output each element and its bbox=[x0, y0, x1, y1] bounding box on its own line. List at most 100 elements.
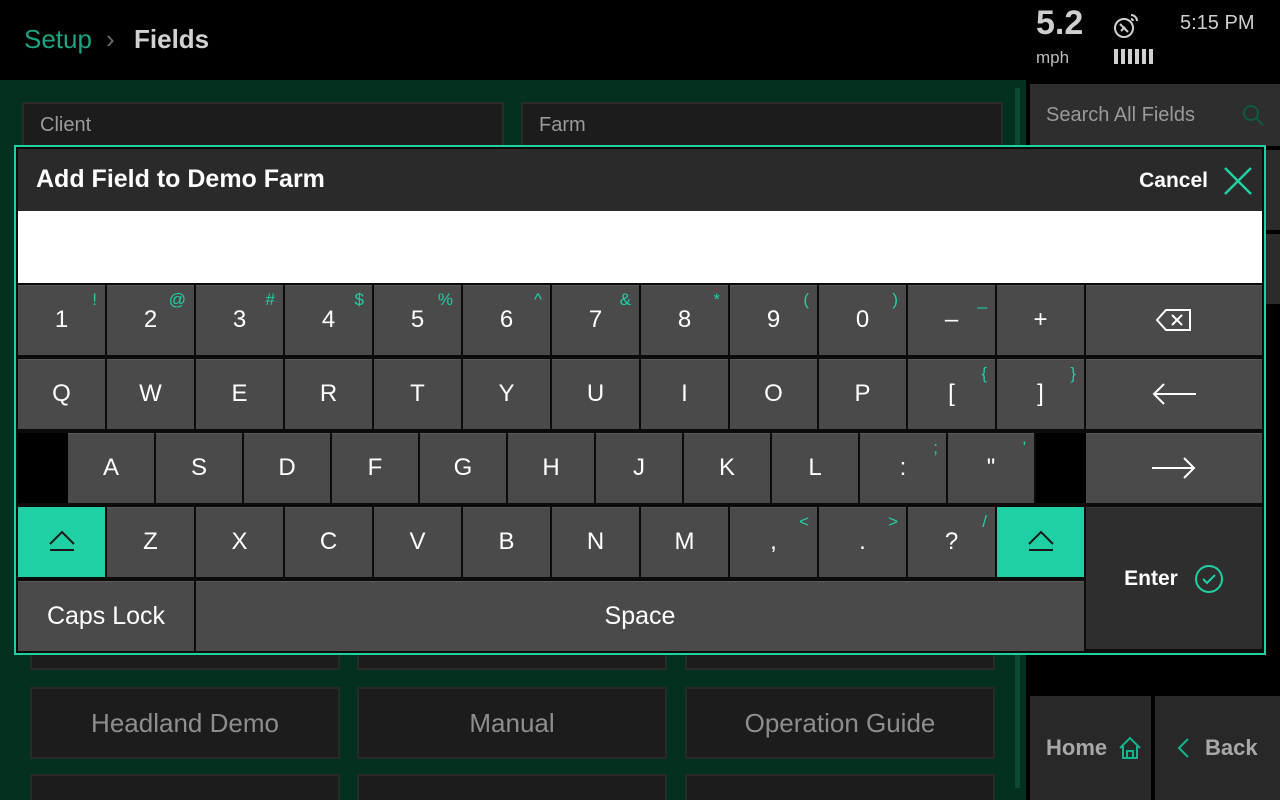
key-label: V bbox=[409, 528, 426, 555]
key-3[interactable]: 3 # bbox=[196, 285, 283, 355]
key-6[interactable]: 6 ^ bbox=[463, 285, 550, 355]
key-2[interactable]: 2 @ bbox=[107, 285, 194, 355]
arrow-right-icon bbox=[1086, 454, 1262, 487]
key-q[interactable]: Q bbox=[18, 359, 105, 429]
key-label: 9 bbox=[766, 306, 781, 333]
dialog-title: Add Field to Demo Farm bbox=[36, 165, 325, 193]
satellite-signal-icon[interactable] bbox=[1112, 12, 1140, 40]
key-label: M bbox=[674, 528, 695, 555]
field-tile-headland-demo[interactable]: Headland Demo bbox=[30, 687, 340, 759]
shift-left-key[interactable] bbox=[18, 507, 105, 577]
field-tile[interactable] bbox=[357, 774, 667, 800]
key-label: T bbox=[410, 380, 425, 407]
key-l[interactable]: L bbox=[772, 433, 858, 503]
key-label: D bbox=[278, 454, 296, 481]
key-a[interactable]: A bbox=[68, 433, 154, 503]
key-left-bracket[interactable]: [{ bbox=[908, 359, 995, 429]
key-h[interactable]: H bbox=[508, 433, 594, 503]
space-label: Space bbox=[604, 602, 676, 630]
key-j[interactable]: J bbox=[596, 433, 682, 503]
key-n[interactable]: N bbox=[552, 507, 639, 577]
key-label: Q bbox=[52, 380, 71, 407]
space-key[interactable]: Space bbox=[196, 581, 1084, 651]
key-k[interactable]: K bbox=[684, 433, 770, 503]
key-e[interactable]: E bbox=[196, 359, 283, 429]
enter-content: Enter bbox=[1086, 564, 1262, 594]
key-alt-label: $ bbox=[354, 290, 364, 309]
shift-right-key[interactable] bbox=[997, 507, 1084, 577]
key-r[interactable]: R bbox=[285, 359, 372, 429]
key-x[interactable]: X bbox=[196, 507, 283, 577]
key-plus[interactable]: + bbox=[997, 285, 1084, 355]
key-f[interactable]: F bbox=[332, 433, 418, 503]
search-placeholder: Search All Fields bbox=[1046, 104, 1195, 126]
side-tab bbox=[1264, 234, 1280, 304]
key-o[interactable]: O bbox=[730, 359, 817, 429]
key-label: X bbox=[231, 528, 248, 555]
field-name-input[interactable] bbox=[18, 211, 1262, 283]
enter-key[interactable]: Enter bbox=[1086, 507, 1262, 649]
key-u[interactable]: U bbox=[552, 359, 639, 429]
key-0[interactable]: 0) bbox=[819, 285, 906, 355]
key-label: A bbox=[102, 454, 119, 481]
key-c[interactable]: C bbox=[285, 507, 372, 577]
key-label: N bbox=[586, 528, 605, 555]
key-9[interactable]: 9( bbox=[730, 285, 817, 355]
key-v[interactable]: V bbox=[374, 507, 461, 577]
shift-right-icon bbox=[997, 528, 1084, 559]
key-m[interactable]: M bbox=[641, 507, 728, 577]
key-b[interactable]: B bbox=[463, 507, 550, 577]
back-button[interactable]: Back bbox=[1155, 696, 1280, 800]
key-t[interactable]: T bbox=[374, 359, 461, 429]
key-comma[interactable]: , < bbox=[730, 507, 817, 577]
key-i[interactable]: I bbox=[641, 359, 728, 429]
key-label: . bbox=[859, 528, 866, 555]
home-button[interactable]: Home bbox=[1030, 696, 1151, 800]
cancel-button[interactable]: Cancel bbox=[1139, 159, 1254, 203]
key-z[interactable]: Z bbox=[107, 507, 194, 577]
field-tile[interactable] bbox=[685, 774, 995, 800]
arrow-right-key[interactable] bbox=[1086, 433, 1262, 503]
key-y[interactable]: Y bbox=[463, 359, 550, 429]
key-s[interactable]: S bbox=[156, 433, 242, 503]
search-all-fields[interactable]: Search All Fields bbox=[1030, 84, 1280, 146]
key-alt-label: ^ bbox=[534, 290, 542, 309]
key-label: W bbox=[139, 380, 162, 407]
key-minus[interactable]: – _ bbox=[908, 285, 995, 355]
breadcrumb-setup[interactable]: Setup bbox=[24, 24, 92, 55]
key-label: 4 bbox=[321, 306, 336, 333]
key-colon[interactable]: :; bbox=[860, 433, 946, 503]
speed-value: 5.2 bbox=[1036, 4, 1084, 42]
field-tile[interactable] bbox=[30, 774, 340, 800]
key-w[interactable]: W bbox=[107, 359, 194, 429]
caps-lock-key[interactable]: Caps Lock bbox=[18, 581, 194, 651]
arrow-left-key[interactable] bbox=[1086, 359, 1262, 429]
key-label: E bbox=[231, 380, 248, 407]
key-quote[interactable]: " ' bbox=[948, 433, 1034, 503]
key-label: O bbox=[764, 380, 783, 407]
field-tile-manual[interactable]: Manual bbox=[357, 687, 667, 759]
key-right-bracket[interactable]: ]} bbox=[997, 359, 1084, 429]
key-period[interactable]: . > bbox=[819, 507, 906, 577]
key-4[interactable]: 4 $ bbox=[285, 285, 372, 355]
add-field-dialog: Add Field to Demo Farm Cancel 1! 2 @3 #4 $5%… bbox=[14, 145, 1266, 655]
key-label: 1 bbox=[54, 306, 69, 333]
close-icon bbox=[1224, 167, 1252, 195]
key-p[interactable]: P bbox=[819, 359, 906, 429]
home-icon bbox=[1119, 736, 1141, 759]
backspace-key[interactable] bbox=[1086, 285, 1262, 355]
key-label: 2 bbox=[143, 306, 158, 333]
search-icon[interactable] bbox=[1240, 102, 1266, 128]
key-label: H bbox=[542, 454, 560, 481]
key-1[interactable]: 1! bbox=[18, 285, 105, 355]
key-question[interactable]: ? / bbox=[908, 507, 995, 577]
key-label: – bbox=[944, 306, 959, 333]
key-alt-label: ( bbox=[803, 290, 809, 309]
key-g[interactable]: G bbox=[420, 433, 506, 503]
key-7[interactable]: 7 & bbox=[552, 285, 639, 355]
key-label: I bbox=[681, 380, 688, 407]
field-tile-operation-guide[interactable]: Operation Guide bbox=[685, 687, 995, 759]
key-d[interactable]: D bbox=[244, 433, 330, 503]
key-8[interactable]: 8 * bbox=[641, 285, 728, 355]
key-5[interactable]: 5% bbox=[374, 285, 461, 355]
